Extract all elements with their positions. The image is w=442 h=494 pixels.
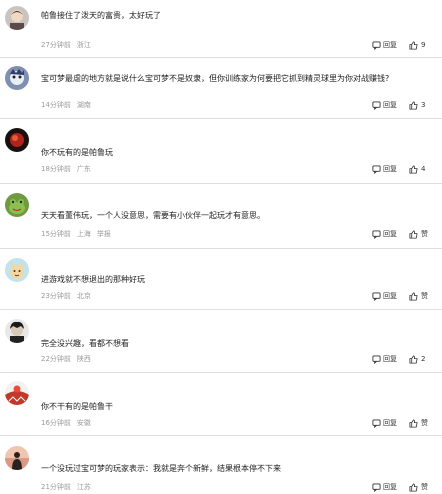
reply-icon xyxy=(372,292,381,301)
comment-location: 北京 xyxy=(76,292,91,300)
comment-location: 浙江 xyxy=(76,41,91,49)
reply-icon xyxy=(372,230,381,239)
comment-time: 21分钟前 xyxy=(41,483,71,491)
divider xyxy=(0,183,442,184)
cartoon-cat-avatar[interactable] xyxy=(5,258,29,282)
like-count: 3 xyxy=(421,101,426,109)
comment-time: 14分钟前 xyxy=(41,101,71,109)
reply-button[interactable]: 回复 xyxy=(372,292,397,301)
reply-icon xyxy=(372,165,381,174)
reply-button[interactable]: 回复 xyxy=(372,165,397,174)
comment-text: 宝可梦最虐的地方就是说什么宝可梦不是奴隶，但你训练家为何要把它抓到精灵球里为你对… xyxy=(41,74,390,83)
like-count: 2 xyxy=(421,355,426,363)
like-button[interactable]: 9 xyxy=(409,41,425,50)
reply-label: 回复 xyxy=(383,165,397,173)
comment-meta: 16分钟前 安徽 xyxy=(41,419,91,428)
like-count: 赞 xyxy=(421,419,428,427)
sunset-silhouette-avatar[interactable] xyxy=(5,446,29,470)
reply-button[interactable]: 回复 xyxy=(372,419,397,428)
red-orb-avatar[interactable] xyxy=(5,128,29,152)
comment-meta: 22分钟前 陕西 xyxy=(41,355,91,364)
like-count: 赞 xyxy=(421,483,428,491)
reply-label: 回复 xyxy=(383,292,397,300)
comment-location: 湖南 xyxy=(76,101,91,109)
thumbs-up-icon xyxy=(409,230,418,239)
divider xyxy=(0,372,442,373)
cartoon-character-avatar[interactable] xyxy=(5,6,29,30)
reply-icon xyxy=(372,483,381,492)
thumbs-up-icon xyxy=(409,101,418,110)
reply-button[interactable]: 回复 xyxy=(372,101,397,110)
reply-icon xyxy=(372,419,381,428)
reply-button[interactable]: 回复 xyxy=(372,41,397,50)
like-count: 4 xyxy=(421,165,426,173)
like-button[interactable]: 赞 xyxy=(409,292,428,301)
comment-location: 陕西 xyxy=(76,355,91,363)
divider xyxy=(0,248,442,249)
dark-character-avatar[interactable] xyxy=(5,319,29,343)
comment-text: 进游戏就不想退出的那种好玩 xyxy=(41,275,145,284)
comment-list: 帕鲁接住了泼天的富贵，太好玩了 27分钟前 浙江 回复 9 宝可梦最虐的地方就是说… xyxy=(0,0,442,494)
comment-time: 15分钟前 xyxy=(41,230,71,238)
reply-label: 回复 xyxy=(383,419,397,427)
comment-location: 上海 xyxy=(76,230,91,238)
thumbs-up-icon xyxy=(409,292,418,301)
comment-text: 一个没玩过宝可梦的玩家表示：我就是奔个新鲜，结果根本停不下来 xyxy=(41,464,281,473)
divider xyxy=(0,57,442,58)
red-white-avatar[interactable] xyxy=(5,381,29,405)
divider xyxy=(0,309,442,310)
comment-meta: 14分钟前 湖南 xyxy=(41,101,91,110)
report-link[interactable]: 举报 xyxy=(97,230,111,238)
comment-text: 你不干有的是帕鲁干 xyxy=(41,402,113,411)
like-button[interactable]: 4 xyxy=(409,165,425,174)
like-button[interactable]: 2 xyxy=(409,355,425,364)
comment-text: 你不玩有的是帕鲁玩 xyxy=(41,148,113,157)
like-button[interactable]: 赞 xyxy=(409,419,428,428)
like-button[interactable]: 3 xyxy=(409,101,425,110)
comment-text: 天天看董伟玩，一个人没意思，需要有小伙伴一起玩才有意思。 xyxy=(41,211,265,220)
reply-button[interactable]: 回复 xyxy=(372,355,397,364)
comment-time: 16分钟前 xyxy=(41,419,71,427)
comment-meta: 23分钟前 北京 xyxy=(41,292,91,301)
comment-meta: 15分钟前 上海 举报 xyxy=(41,230,111,239)
reply-button[interactable]: 回复 xyxy=(372,483,397,492)
comment-time: 18分钟前 xyxy=(41,165,71,173)
like-count: 9 xyxy=(421,41,426,49)
comment-meta: 21分钟前 江苏 xyxy=(41,483,91,492)
comment-meta: 27分钟前 浙江 xyxy=(41,41,91,50)
anime-character-avatar[interactable] xyxy=(5,66,29,90)
thumbs-up-icon xyxy=(409,419,418,428)
comment-time: 22分钟前 xyxy=(41,355,71,363)
reply-label: 回复 xyxy=(383,483,397,491)
reply-button[interactable]: 回复 xyxy=(372,230,397,239)
reply-label: 回复 xyxy=(383,355,397,363)
like-button[interactable]: 赞 xyxy=(409,483,428,492)
comment-time: 27分钟前 xyxy=(41,41,71,49)
thumbs-up-icon xyxy=(409,41,418,50)
like-button[interactable]: 赞 xyxy=(409,230,428,239)
reply-icon xyxy=(372,41,381,50)
comment-text: 完全没兴趣，看都不想看 xyxy=(41,339,129,348)
reply-icon xyxy=(372,355,381,364)
comment-time: 23分钟前 xyxy=(41,292,71,300)
comment-meta: 18分钟前 广东 xyxy=(41,165,91,174)
comment-text: 帕鲁接住了泼天的富贵，太好玩了 xyxy=(41,11,161,20)
thumbs-up-icon xyxy=(409,165,418,174)
like-count: 赞 xyxy=(421,292,428,300)
reply-icon xyxy=(372,101,381,110)
comment-location: 江苏 xyxy=(76,483,91,491)
like-count: 赞 xyxy=(421,230,428,238)
frog-avatar[interactable] xyxy=(5,193,29,217)
thumbs-up-icon xyxy=(409,483,418,492)
reply-label: 回复 xyxy=(383,41,397,49)
comment-location: 安徽 xyxy=(76,419,91,427)
reply-label: 回复 xyxy=(383,101,397,109)
divider xyxy=(0,118,442,119)
thumbs-up-icon xyxy=(409,355,418,364)
divider xyxy=(0,435,442,436)
comment-location: 广东 xyxy=(76,165,91,173)
reply-label: 回复 xyxy=(383,230,397,238)
